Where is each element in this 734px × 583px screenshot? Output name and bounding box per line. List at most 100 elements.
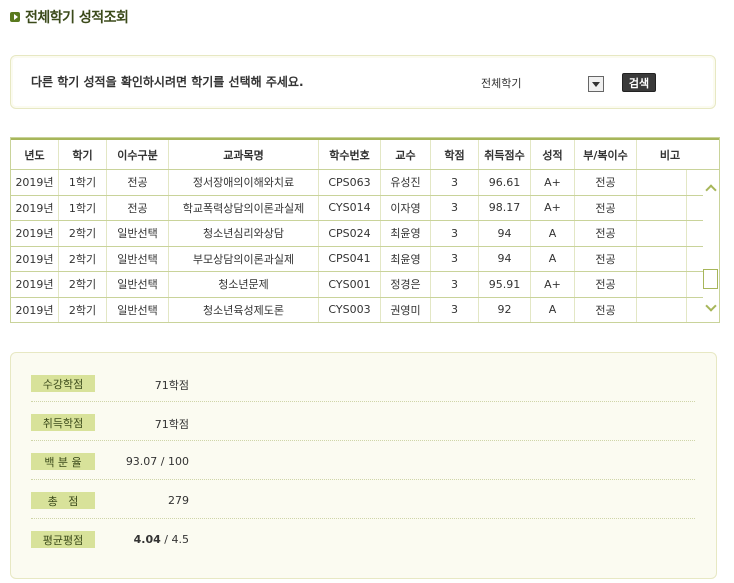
cell-year: 2019년 <box>11 170 59 195</box>
cell-score: 92 <box>479 297 531 322</box>
table-row: 2019년 2학기 일반선택 청소년심리와상담 CPS024 최윤영 3 94 A 전공 <box>11 221 703 247</box>
cell-prof: 정경은 <box>381 272 431 297</box>
cell-year: 2019년 <box>11 297 59 322</box>
cell-score: 95.91 <box>479 272 531 297</box>
column-header: 교수 <box>381 140 431 169</box>
scroll-thumb[interactable] <box>703 269 718 289</box>
grade-table-scrollbar[interactable] <box>703 183 719 313</box>
cell-note <box>637 297 687 322</box>
cell-year: 2019년 <box>11 246 59 271</box>
bullet-arrow-icon <box>10 12 20 22</box>
cell-score: 96.61 <box>479 170 531 195</box>
cell-type: 전공 <box>107 170 169 195</box>
cell-note <box>637 195 687 220</box>
summary-row-earned: 취득학점 71학점 <box>31 414 695 441</box>
credit-summary-panel: 수강학점 71학점 취득학점 71학점 백 분 율 93.07 / 100 총 … <box>10 352 717 579</box>
column-header: 이수구분 <box>107 140 169 169</box>
page-title-area: 전체학기 성적조회 <box>10 7 129 27</box>
cell-minor: 전공 <box>575 195 637 220</box>
cell-course: 학교폭력상담의이론과실제 <box>169 195 319 220</box>
scroll-up-icon[interactable] <box>705 183 717 193</box>
cell-term: 1학기 <box>59 195 107 220</box>
cell-year: 2019년 <box>11 272 59 297</box>
cell-credit: 3 <box>431 195 479 220</box>
cell-type: 일반선택 <box>107 221 169 246</box>
taken-credits-value: 71학점 <box>154 379 189 392</box>
earned-credits-value: 71학점 <box>154 418 189 431</box>
cell-credit: 3 <box>431 246 479 271</box>
column-header: 부/복이수 <box>575 140 637 169</box>
table-row: 2019년 2학기 일반선택 부모상담의이론과실제 CPS041 최윤영 3 94 A 전공 <box>11 246 703 272</box>
total-score-label: 총 점 <box>31 492 95 509</box>
cell-term: 1학기 <box>59 170 107 195</box>
semester-dropdown-icon[interactable] <box>588 76 604 92</box>
cell-code: CPS024 <box>319 221 381 246</box>
column-header: 비고 <box>659 148 681 162</box>
summary-row-gpa: 평균평점 4.04 / 4.5 <box>31 531 695 557</box>
percent-label: 백 분 율 <box>31 453 95 470</box>
cell-term: 2학기 <box>59 221 107 246</box>
gpa-max: / 4.5 <box>160 533 189 546</box>
cell-course: 정서장애의이해와치료 <box>169 170 319 195</box>
summary-row-total: 총 점 279 <box>31 492 695 519</box>
cell-code: CYS001 <box>319 272 381 297</box>
table-row: 2019년 2학기 일반선택 청소년문제 CYS001 정경은 3 95.91 A+ 전공 <box>11 272 703 298</box>
gpa-value: 4.04 <box>133 533 161 546</box>
grade-table: 년도 학기 이수구분 교과목명 학수번호 교수 학점 취득점수 성적 부/복이수 비고 2019년 1… <box>10 137 720 323</box>
cell-score: 98.17 <box>479 195 531 220</box>
search-button[interactable]: 검색 <box>622 73 656 92</box>
cell-type: 일반선택 <box>107 272 169 297</box>
cell-grade: A <box>531 246 575 271</box>
cell-minor: 전공 <box>575 297 637 322</box>
cell-note <box>637 170 687 195</box>
taken-credits-label: 수강학점 <box>31 375 95 392</box>
grade-table-body: 2019년 1학기 전공 정서장애의이해와치료 CPS063 유성진 3 96.61 A+ 전공 2… <box>11 170 703 323</box>
column-header: 교과목명 <box>169 140 319 169</box>
table-row: 2019년 2학기 일반선택 청소년육성제도론 CYS003 권영미 3 92 A 전공 <box>11 297 703 323</box>
cell-term: 2학기 <box>59 246 107 271</box>
column-header: 학수번호 <box>319 140 381 169</box>
cell-code: CPS063 <box>319 170 381 195</box>
cell-score: 94 <box>479 221 531 246</box>
cell-score: 94 <box>479 246 531 271</box>
gpa-value-group: 4.04 / 4.5 <box>119 533 189 546</box>
cell-credit: 3 <box>431 297 479 322</box>
table-row: 2019년 1학기 전공 학교폭력상담의이론과실제 CYS014 이자영 3 98.17 A+ 전… <box>11 195 703 221</box>
cell-code: CYS014 <box>319 195 381 220</box>
table-row: 2019년 1학기 전공 정서장애의이해와치료 CPS063 유성진 3 96.61 A+ 전공 <box>11 170 703 196</box>
cell-prof: 유성진 <box>381 170 431 195</box>
earned-credits-label: 취득학점 <box>31 414 95 431</box>
scroll-down-icon[interactable] <box>705 303 717 313</box>
total-score-value: 279 <box>168 494 189 507</box>
cell-year: 2019년 <box>11 221 59 246</box>
search-instruction: 다른 학기 성적을 확인하시려면 학기를 선택해 주세요. <box>31 75 304 89</box>
cell-term: 2학기 <box>59 297 107 322</box>
cell-grade: A+ <box>531 272 575 297</box>
cell-code: CYS003 <box>319 297 381 322</box>
column-header: 성적 <box>531 140 575 169</box>
cell-credit: 3 <box>431 221 479 246</box>
column-header: 년도 <box>11 140 59 169</box>
cell-course: 청소년심리와상담 <box>169 221 319 246</box>
cell-note <box>637 246 687 271</box>
cell-type: 일반선택 <box>107 297 169 322</box>
cell-code: CPS041 <box>319 246 381 271</box>
cell-prof: 최윤영 <box>381 246 431 271</box>
cell-term: 2학기 <box>59 272 107 297</box>
cell-year: 2019년 <box>11 195 59 220</box>
percent-value: 93.07 / 100 <box>125 455 189 468</box>
cell-course: 청소년문제 <box>169 272 319 297</box>
cell-course: 부모상담의이론과실제 <box>169 246 319 271</box>
cell-minor: 전공 <box>575 246 637 271</box>
cell-note <box>637 221 687 246</box>
cell-grade: A+ <box>531 195 575 220</box>
column-header: 학점 <box>431 140 479 169</box>
semester-select-value[interactable]: 전체학기 <box>481 75 521 91</box>
cell-note <box>637 272 687 297</box>
cell-minor: 전공 <box>575 170 637 195</box>
cell-type: 일반선택 <box>107 246 169 271</box>
cell-grade: A+ <box>531 170 575 195</box>
cell-prof: 이자영 <box>381 195 431 220</box>
cell-course: 청소년육성제도론 <box>169 297 319 322</box>
page-title: 전체학기 성적조회 <box>25 10 129 26</box>
